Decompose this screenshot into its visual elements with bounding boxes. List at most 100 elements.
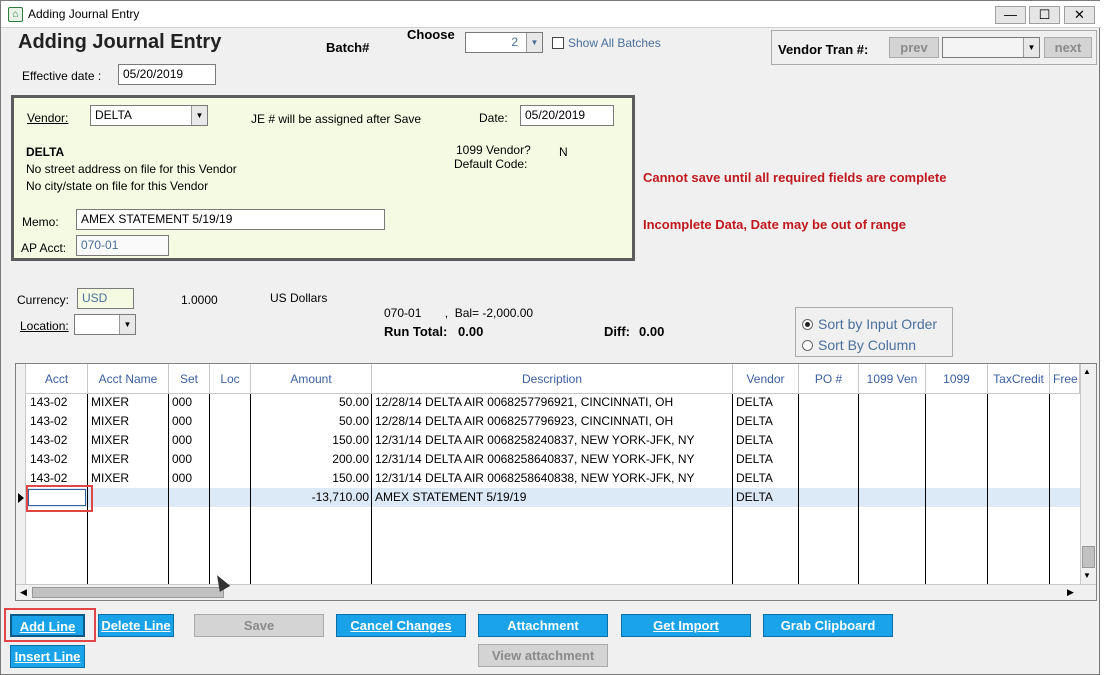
view-attachment-button[interactable]: View attachment xyxy=(478,644,608,667)
sort-by-column-radio[interactable]: Sort By Column xyxy=(802,337,916,353)
cell-vendor[interactable]: DELTA xyxy=(736,431,796,450)
cell-description[interactable]: 12/31/14 DELTA AIR 0068258640838, NEW YO… xyxy=(375,469,731,488)
acct-cell-highlight xyxy=(26,485,93,512)
cell-amount[interactable]: -13,710.00 xyxy=(253,488,369,507)
cell-acct[interactable]: 143-02 xyxy=(30,393,86,412)
currency-label: Currency: xyxy=(17,293,70,307)
column-header-amount[interactable]: Amount xyxy=(251,364,372,394)
grab-clipboard-button[interactable]: Grab Clipboard xyxy=(763,614,893,637)
ap-acct-field[interactable]: 070-01 xyxy=(76,235,169,256)
cell-set[interactable]: 000 xyxy=(172,431,208,450)
cell-acct-name[interactable]: MIXER xyxy=(91,450,167,469)
chevron-down-icon[interactable]: ▼ xyxy=(526,33,542,52)
cell-vendor[interactable]: DELTA xyxy=(736,412,796,431)
vendor-panel: Vendor: DELTA ▼ JE # will be assigned af… xyxy=(11,95,635,261)
cell-set[interactable]: 000 xyxy=(172,412,208,431)
scroll-right-icon[interactable]: ▶ xyxy=(1067,587,1074,598)
cell-description[interactable]: 12/31/14 DELTA AIR 0068258640837, NEW YO… xyxy=(375,450,731,469)
location-select[interactable]: ▼ xyxy=(74,314,136,335)
cell-amount[interactable]: 50.00 xyxy=(253,393,369,412)
attachment-button[interactable]: Attachment xyxy=(478,614,608,637)
sort-by-column-label: Sort By Column xyxy=(818,337,917,353)
scroll-up-icon[interactable]: ▲ xyxy=(1083,367,1091,376)
prev-button[interactable]: prev xyxy=(889,37,939,58)
cell-acct[interactable]: 143-02 xyxy=(30,412,86,431)
column-header-1099-ven[interactable]: 1099 Ven xyxy=(859,364,926,394)
location-label: Location: xyxy=(20,319,69,333)
vendor-1099-value: N xyxy=(559,145,568,159)
cell-description[interactable]: 12/28/14 DELTA AIR 0068257796921, CINCIN… xyxy=(375,393,731,412)
close-button[interactable]: ✕ xyxy=(1064,6,1095,24)
cell-acct-name[interactable]: MIXER xyxy=(91,393,167,412)
show-all-batches-checkbox[interactable]: Show All Batches xyxy=(552,36,661,50)
save-button[interactable]: Save xyxy=(194,614,324,637)
column-header-free[interactable]: Free xyxy=(1050,364,1080,394)
scroll-thumb[interactable] xyxy=(1082,546,1095,568)
chevron-down-icon[interactable]: ▼ xyxy=(119,315,135,334)
vendor-tran-select[interactable]: ▼ xyxy=(942,37,1040,58)
column-header-loc[interactable]: Loc xyxy=(210,364,251,394)
cell-set[interactable]: 000 xyxy=(172,450,208,469)
cell-acct[interactable]: 143-02 xyxy=(30,431,86,450)
date-field[interactable]: 05/20/2019 xyxy=(520,105,614,126)
vendor-label: Vendor: xyxy=(27,111,69,125)
cell-vendor[interactable]: DELTA xyxy=(736,450,796,469)
chevron-down-icon[interactable]: ▼ xyxy=(191,106,207,125)
vertical-scrollbar[interactable]: ▲ ▼ xyxy=(1080,364,1096,584)
minimize-button[interactable]: — xyxy=(995,6,1026,24)
cell-description[interactable]: 12/31/14 DELTA AIR 0068258240837, NEW YO… xyxy=(375,431,731,450)
column-header-acct[interactable]: Acct xyxy=(26,364,88,394)
vendor-select[interactable]: DELTA ▼ xyxy=(90,105,208,126)
checkbox-icon[interactable] xyxy=(552,37,564,49)
column-header-1099[interactable]: 1099 xyxy=(926,364,988,394)
diff-label: Diff: xyxy=(604,324,630,339)
effective-date-field[interactable]: 05/20/2019 xyxy=(118,64,216,85)
cell-amount[interactable]: 50.00 xyxy=(253,412,369,431)
page-title: Adding Journal Entry xyxy=(18,31,222,53)
radio-empty-icon[interactable] xyxy=(802,340,813,351)
h-scroll-thumb[interactable] xyxy=(32,587,224,598)
insert-line-button[interactable]: Insert Line xyxy=(10,645,85,668)
batch-value: 2 xyxy=(511,35,518,49)
cell-set[interactable]: 000 xyxy=(172,393,208,412)
cell-acct-name[interactable]: MIXER xyxy=(91,412,167,431)
cell-amount[interactable]: 200.00 xyxy=(253,450,369,469)
sort-input-order-radio[interactable]: Sort by Input Order xyxy=(802,316,937,332)
scroll-left-icon[interactable]: ◀ xyxy=(20,587,27,598)
date-label: Date: xyxy=(479,111,508,125)
cell-vendor[interactable]: DELTA xyxy=(736,469,796,488)
cell-description[interactable]: AMEX STATEMENT 5/19/19 xyxy=(375,488,731,507)
maximize-button[interactable]: ☐ xyxy=(1029,6,1060,24)
get-import-button[interactable]: Get Import xyxy=(621,614,751,637)
column-header-po[interactable]: PO # xyxy=(799,364,859,394)
cell-set[interactable]: 000 xyxy=(172,469,208,488)
scroll-down-icon[interactable]: ▼ xyxy=(1083,571,1091,580)
column-header-taxcredit[interactable]: TaxCredit xyxy=(988,364,1050,394)
column-header-description[interactable]: Description xyxy=(372,364,733,394)
cancel-changes-button[interactable]: Cancel Changes xyxy=(336,614,466,637)
window-title: Adding Journal Entry xyxy=(28,7,140,21)
cell-acct-name[interactable]: MIXER xyxy=(91,469,167,488)
vendor-value: DELTA xyxy=(95,108,132,122)
journal-lines-grid[interactable]: Acct Acct Name Set Loc Amount Descriptio… xyxy=(15,363,1097,601)
currency-field[interactable]: USD xyxy=(77,288,134,309)
delete-line-button[interactable]: Delete Line xyxy=(98,614,174,637)
column-header-set[interactable]: Set xyxy=(169,364,210,394)
batch-select[interactable]: 2 ▼ xyxy=(465,32,543,53)
row-pointer-icon xyxy=(18,493,24,503)
add-line-button[interactable]: Add Line xyxy=(10,614,85,637)
cell-acct[interactable]: 143-02 xyxy=(30,450,86,469)
chevron-down-icon[interactable]: ▼ xyxy=(1023,38,1039,57)
column-header-acct-name[interactable]: Acct Name xyxy=(88,364,169,394)
cell-description[interactable]: 12/28/14 DELTA AIR 0068257796923, CINCIN… xyxy=(375,412,731,431)
cell-amount[interactable]: 150.00 xyxy=(253,469,369,488)
horizontal-scrollbar[interactable]: ◀ ▶ xyxy=(16,584,1096,600)
radio-selected-icon[interactable] xyxy=(802,319,813,330)
cell-acct-name[interactable]: MIXER xyxy=(91,431,167,450)
column-header-vendor[interactable]: Vendor xyxy=(733,364,799,394)
cell-vendor[interactable]: DELTA xyxy=(736,393,796,412)
cell-amount[interactable]: 150.00 xyxy=(253,431,369,450)
next-button[interactable]: next xyxy=(1044,37,1092,58)
memo-field[interactable]: AMEX STATEMENT 5/19/19 xyxy=(76,209,385,230)
cell-vendor[interactable]: DELTA xyxy=(736,488,796,507)
